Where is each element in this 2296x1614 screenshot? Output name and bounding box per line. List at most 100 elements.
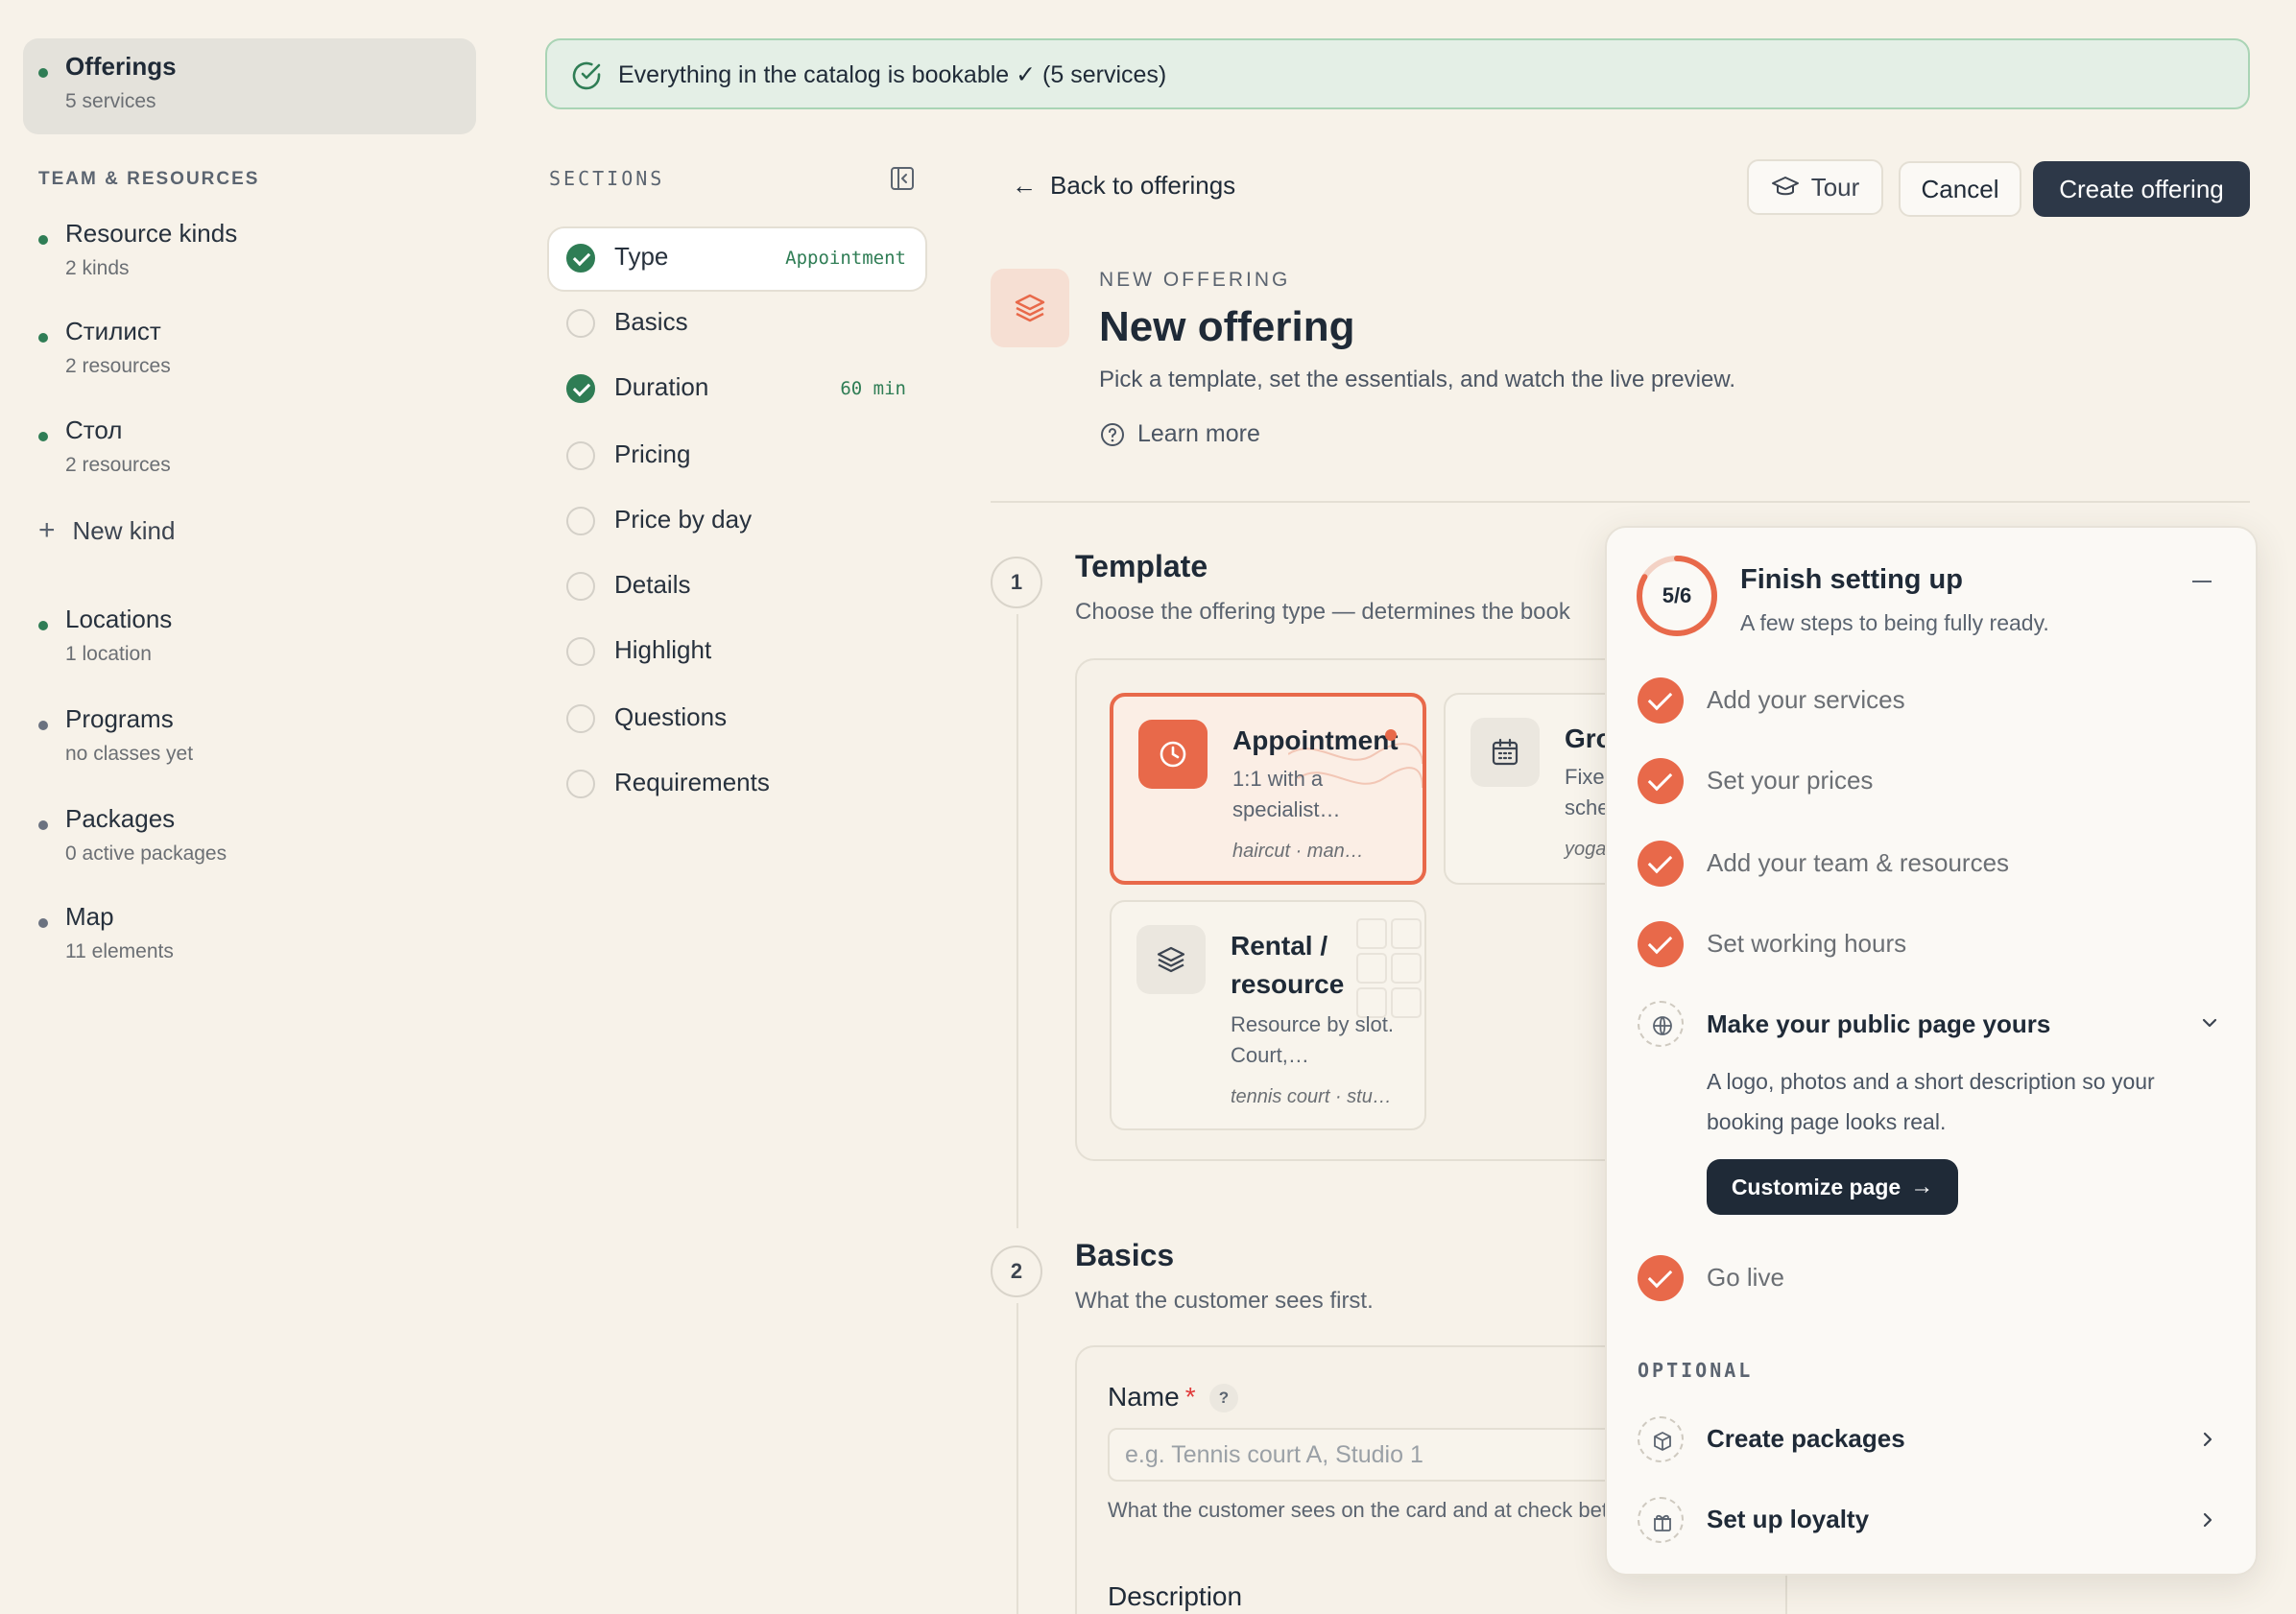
sidebar-item-sub: 2 resources	[65, 454, 171, 476]
new-kind-button[interactable]: + New kind	[38, 514, 175, 547]
collapse-sidebar-icon[interactable]	[889, 165, 916, 192]
status-dot	[38, 333, 48, 343]
page-title: New offering	[1099, 303, 1355, 350]
task-label[interactable]: Set your prices	[1707, 766, 1873, 795]
empty-circle-icon	[566, 441, 595, 470]
template-card-appointment[interactable]: Appointment 1:1 with a specialist… hairc…	[1110, 693, 1426, 885]
optional-loyalty-icon-ring	[1638, 1497, 1684, 1543]
sidebar-item-sub: 2 resources	[65, 355, 171, 377]
task-label[interactable]: Set working hours	[1707, 929, 1906, 959]
step-title: Basics	[1075, 1238, 1175, 1272]
step-subtitle: What the customer sees first.	[1075, 1288, 1374, 1314]
graduation-cap-icon	[1771, 177, 1799, 196]
step-connector	[1016, 1303, 1018, 1614]
customize-label: Customize page	[1731, 1174, 1901, 1199]
name-help-text: What the customer sees on the card and a…	[1108, 1498, 1638, 1522]
template-card-rental[interactable]: Rental / resource Resource by slot. Cour…	[1110, 900, 1426, 1130]
back-to-offerings-link[interactable]: ← Back to offerings	[1012, 171, 1235, 201]
group-icon-box	[1471, 718, 1540, 787]
page-eyebrow: NEW OFFERING	[1099, 269, 1291, 291]
tour-button[interactable]: Tour	[1747, 159, 1883, 215]
calendar-icon	[1492, 738, 1519, 766]
task-check-icon	[1638, 677, 1684, 724]
sidebar-item-label: Resource kinds	[65, 219, 238, 248]
section-tag: 60 min	[840, 378, 906, 399]
box-icon	[1654, 1432, 1671, 1451]
empty-circle-icon	[566, 637, 595, 666]
optional-create-packages[interactable]: Create packages	[1707, 1424, 1905, 1454]
selected-dot	[1385, 729, 1397, 741]
optional-packages-icon-ring	[1638, 1416, 1684, 1462]
customize-page-button[interactable]: Customize page →	[1707, 1159, 1958, 1215]
tour-label: Tour	[1810, 172, 1860, 202]
section-label: Basics	[614, 307, 688, 336]
section-label: Pricing	[614, 439, 691, 468]
step-title: Template	[1075, 549, 1208, 583]
create-offering-button[interactable]: Create offering	[2033, 161, 2250, 217]
section-item-price-by-day[interactable]: Price by day	[566, 505, 873, 537]
check-circle-icon	[566, 244, 595, 273]
task-label[interactable]: Add your team & resources	[1707, 848, 2009, 878]
section-label: Highlight	[614, 635, 712, 664]
section-label: Details	[614, 570, 691, 599]
status-dot	[38, 820, 48, 830]
chevron-down-icon[interactable]	[2200, 1013, 2219, 1032]
sidebar-item-label: Packages	[65, 804, 176, 833]
optional-set-up-loyalty[interactable]: Set up loyalty	[1707, 1505, 1869, 1534]
optional-label: OPTIONAL	[1638, 1359, 1754, 1382]
task-go-live-label[interactable]: Go live	[1707, 1263, 1784, 1293]
name-label: Name *	[1108, 1382, 1196, 1412]
sidebar-item-sub: 11 elements	[65, 940, 174, 962]
task-public-page-desc: A logo, photos and a short description s…	[1707, 1069, 2155, 1134]
check-circle-icon	[572, 61, 601, 90]
appointment-icon-box	[1138, 720, 1208, 789]
learn-more-link[interactable]: Learn more	[1099, 420, 1260, 448]
divider	[991, 501, 2250, 503]
task-public-page-status	[1638, 1001, 1684, 1047]
template-examples: tennis court · stu…	[1231, 1086, 1392, 1107]
section-label: Price by day	[614, 505, 753, 534]
section-item-duration[interactable]: Duration 60 min	[566, 372, 906, 405]
empty-circle-icon	[566, 572, 595, 601]
empty-circle-icon	[566, 309, 595, 338]
sidebar-item-sub: 5 services	[65, 90, 156, 112]
section-item-questions[interactable]: Questions	[566, 702, 873, 735]
sidebar-item-label: Стилист	[65, 317, 161, 345]
minimize-icon[interactable]	[2192, 572, 2213, 591]
new-kind-label: New kind	[72, 516, 176, 545]
task-public-page-label[interactable]: Make your public page yours	[1707, 1009, 2050, 1039]
status-dot	[38, 721, 48, 730]
cancel-button[interactable]: Cancel	[1899, 161, 2021, 217]
banner-text: Everything in the catalog is bookable ✓ …	[618, 61, 1167, 88]
section-item-pricing[interactable]: Pricing	[566, 439, 873, 472]
rental-icon-box	[1136, 925, 1206, 994]
sidebar-item-sub: no classes yet	[65, 743, 194, 765]
sections-label: SECTIONS	[549, 167, 665, 190]
section-item-basics[interactable]: Basics	[566, 307, 873, 340]
section-item-highlight[interactable]: Highlight	[566, 635, 873, 668]
step-number: 1	[991, 557, 1042, 608]
clock-icon	[1160, 741, 1186, 768]
sidebar-item-label: Locations	[65, 605, 173, 633]
chevron-right-icon[interactable]	[2198, 1430, 2217, 1449]
task-label[interactable]: Add your services	[1707, 685, 1905, 715]
sidebar-item-label: Offerings	[65, 52, 177, 81]
task-check-icon	[1638, 841, 1684, 887]
layers-icon	[1015, 294, 1045, 322]
description-label: Description	[1108, 1581, 1243, 1611]
status-dot	[38, 432, 48, 441]
section-item-type[interactable]: Type Appointment	[566, 242, 906, 274]
status-dot	[38, 235, 48, 245]
task-check-icon	[1638, 921, 1684, 967]
template-examples: haircut · man…	[1232, 841, 1364, 862]
offering-icon	[991, 269, 1069, 347]
section-item-requirements[interactable]: Requirements	[566, 768, 873, 800]
template-title: Appointment	[1232, 725, 1399, 755]
help-badge[interactable]: ?	[1209, 1384, 1238, 1412]
chevron-right-icon[interactable]	[2198, 1510, 2217, 1530]
section-item-details[interactable]: Details	[566, 570, 873, 603]
empty-circle-icon	[566, 770, 595, 798]
section-label: Duration	[614, 372, 709, 401]
page-subtitle: Pick a template, set the essentials, and…	[1099, 367, 1736, 392]
gift-icon	[1654, 1514, 1671, 1531]
